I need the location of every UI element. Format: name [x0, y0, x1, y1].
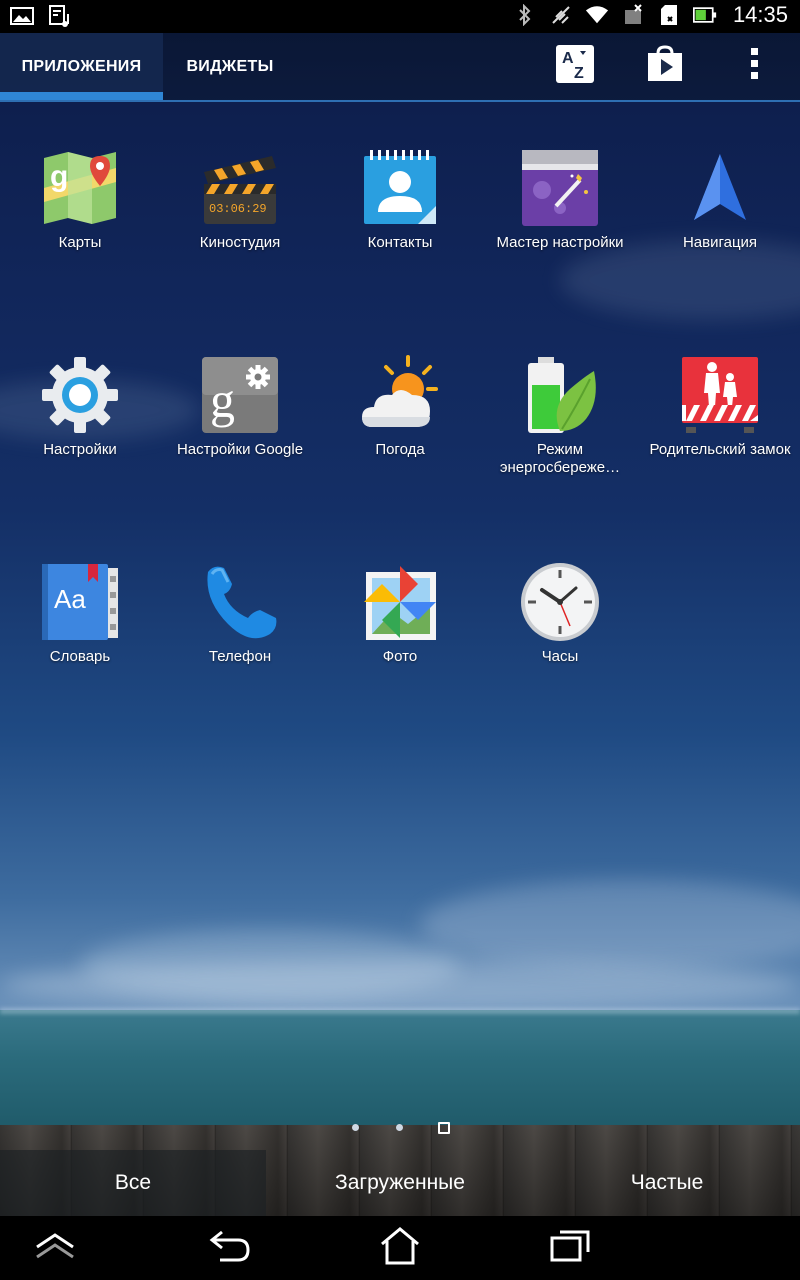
power-saving-icon [520, 355, 600, 435]
app-weather[interactable]: Погода [320, 355, 480, 459]
wifi-icon [585, 3, 609, 27]
app-navigation[interactable]: Навигация [640, 148, 800, 252]
app-google-settings[interactable]: g Настройки Google [160, 355, 320, 459]
setup-wizard-icon [520, 148, 600, 228]
app-label: Телефон [208, 648, 272, 665]
clock-icon [520, 562, 600, 642]
svg-text:A: A [562, 50, 574, 67]
app-label: Родительский замок [649, 441, 791, 458]
app-label: Погода [375, 441, 425, 458]
app-label: Словарь [49, 648, 111, 665]
back-button[interactable] [200, 1226, 260, 1270]
app-power-saving[interactable]: Режим энергосбереже… [480, 355, 640, 477]
navigation-icon [680, 148, 760, 228]
image-icon [10, 4, 34, 28]
status-bar: 14:35 [0, 0, 800, 33]
wallpaper-sea [0, 1010, 800, 1130]
nav-up-button[interactable] [25, 1226, 85, 1270]
parental-lock-icon [680, 355, 760, 435]
filter-bar: Все Загруженные Частые [0, 1150, 800, 1216]
app-label: Навигация [682, 234, 758, 251]
contacts-icon [360, 148, 440, 228]
app-label: Настройки [43, 441, 117, 458]
overflow-menu-icon [750, 47, 760, 86]
sort-az-button[interactable]: AZ [552, 43, 598, 89]
bluetooth-icon [513, 3, 537, 27]
sort-az-icon: AZ [556, 44, 594, 88]
app-phone[interactable]: Телефон [160, 562, 320, 666]
no-signal-icon [549, 3, 573, 27]
app-label: Карты [58, 234, 102, 251]
filter-frequent[interactable]: Частые [534, 1150, 800, 1216]
app-contacts[interactable]: Контакты [320, 148, 480, 252]
no-sim-icon [621, 3, 645, 27]
battery-icon [692, 3, 717, 27]
filter-downloaded[interactable]: Загруженные [266, 1150, 534, 1216]
app-clock[interactable]: Часы [480, 562, 640, 666]
maps-icon: g [40, 148, 120, 228]
phone-icon [200, 562, 280, 642]
page-dot[interactable] [396, 1124, 403, 1131]
cloud [0, 960, 800, 1010]
recent-apps-icon [548, 1228, 592, 1269]
filter-all[interactable]: Все [0, 1150, 266, 1216]
app-label: Режим энергосбереже… [499, 441, 621, 476]
music-playlist-icon [48, 4, 72, 28]
app-dictionary[interactable]: Aa Словарь [0, 562, 160, 666]
app-drawer-tabbar: ПРИЛОЖЕНИЯ ВИДЖЕТЫ AZ [0, 33, 800, 102]
app-setup-wizard[interactable]: Мастер настройки [480, 148, 640, 252]
svg-text:Z: Z [574, 65, 584, 82]
page-dot-current[interactable] [438, 1122, 450, 1134]
svg-text:g: g [210, 372, 235, 428]
app-parental-lock[interactable]: Родительский замок [640, 355, 800, 459]
tab-apps[interactable]: ПРИЛОЖЕНИЯ [0, 33, 163, 100]
app-settings[interactable]: Настройки [0, 355, 160, 459]
settings-gear-icon [40, 355, 120, 435]
app-maps[interactable]: g Карты [0, 148, 160, 252]
svg-text:g: g [50, 160, 68, 193]
dictionary-icon: Aa [40, 562, 120, 642]
recent-up-icon [33, 1231, 77, 1266]
svg-text:03:06:29: 03:06:29 [209, 202, 267, 216]
filter-all-label: Все [114, 1171, 152, 1194]
app-movie-studio[interactable]: 03:06:29 Киностудия [160, 148, 320, 252]
page-indicator [0, 1122, 800, 1134]
status-time: 14:35 [732, 2, 788, 27]
tab-widgets-label: ВИДЖЕТЫ [186, 57, 274, 75]
play-store-icon [646, 44, 684, 88]
google-settings-icon: g [200, 355, 280, 435]
photos-icon [360, 562, 440, 642]
app-label: Часы [541, 648, 579, 665]
tab-apps-label: ПРИЛОЖЕНИЯ [21, 57, 142, 75]
sd-card-icon [657, 3, 681, 27]
wallpaper-horizon [0, 1008, 800, 1014]
app-label: Контакты [367, 234, 433, 251]
app-label: Киностудия [199, 234, 281, 251]
navigation-bar [0, 1216, 800, 1280]
app-label: Настройки Google [176, 441, 304, 458]
play-store-button[interactable] [642, 43, 688, 89]
page-dot[interactable] [352, 1124, 359, 1131]
svg-text:Aa: Aa [54, 584, 86, 614]
app-label: Мастер настройки [496, 234, 624, 251]
app-photos[interactable]: Фото [320, 562, 480, 666]
filter-frequent-label: Частые [630, 1171, 704, 1194]
filter-downloaded-label: Загруженные [335, 1171, 465, 1194]
tab-widgets[interactable]: ВИДЖЕТЫ [163, 33, 297, 100]
recent-apps-button[interactable] [540, 1226, 600, 1270]
home-button[interactable] [370, 1226, 430, 1270]
weather-icon [360, 355, 440, 435]
home-icon [378, 1226, 422, 1271]
overflow-menu-button[interactable] [732, 43, 778, 89]
movie-studio-icon: 03:06:29 [200, 148, 280, 228]
back-icon [208, 1228, 252, 1269]
app-label: Фото [382, 648, 418, 665]
